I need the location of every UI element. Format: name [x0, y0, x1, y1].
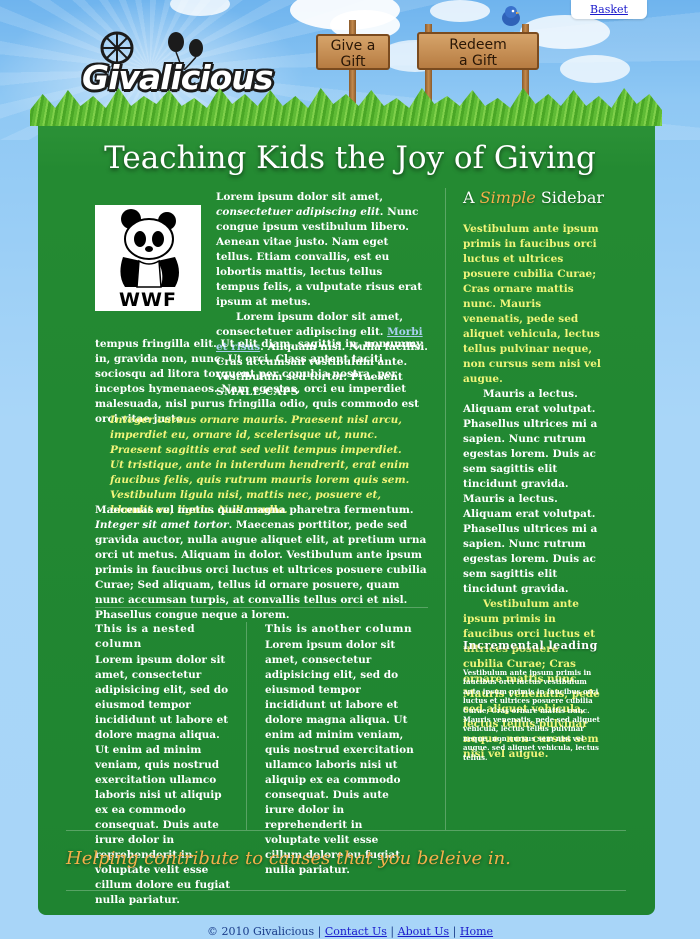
tagline-divider-bottom: [66, 890, 626, 891]
column-divider: [246, 622, 247, 830]
intro-paragraph-1: Lorem ipsum dolor sit amet, consectetuer…: [216, 190, 428, 310]
intro-emphasis: consectetuer adipiscing elit: [216, 206, 380, 218]
paragraph-text: . Maecenas porttitor, pede sed gravida a…: [95, 519, 427, 621]
footer-separator: |: [390, 925, 395, 938]
about-us-link[interactable]: About Us: [398, 925, 450, 938]
nav-label-line2: a Gift: [459, 53, 497, 69]
logo-text: Givalicious: [82, 58, 273, 97]
tagline: Helping contribute to causes that you be…: [66, 848, 511, 869]
cloud: [560, 55, 630, 83]
home-link[interactable]: Home: [460, 925, 493, 938]
paragraph-emphasis: Integer sit amet tortor: [95, 519, 229, 531]
sidebar-paragraph-1: Vestibulum ante ipsum primis in faucibus…: [463, 223, 601, 385]
footer-separator: |: [317, 925, 322, 938]
incremental-heading: Incremental leading: [463, 639, 598, 652]
nav-label-line1: Redeem: [449, 37, 507, 53]
nested-column-2: This is another column Lorem ipsum dolor…: [265, 622, 415, 878]
sidebar-divider: [445, 188, 446, 830]
contact-us-link[interactable]: Contact Us: [325, 925, 387, 938]
basket-tab: Basket: [571, 0, 647, 19]
sidebar-title-text: A: [463, 188, 475, 207]
page-title: Teaching Kids the Joy of Giving: [104, 140, 596, 176]
intro-text: Lorem ipsum dolor sit amet,: [216, 191, 384, 203]
sidebar-title-text: Sidebar: [540, 188, 605, 207]
footer: © 2010 Givalicious | Contact Us | About …: [0, 925, 700, 939]
footer-separator: |: [452, 925, 457, 938]
sidebar-paragraph-2: Mauris a lectus. Aliquam erat volutpat. …: [463, 388, 598, 595]
nav-label-line1: Give a: [330, 38, 376, 54]
paragraph-text: Maecenas vel metus quis magna pharetra f…: [95, 504, 414, 516]
tagline-divider-top: [66, 830, 626, 831]
column-text: Lorem ipsum dolor sit amet, consectetur …: [265, 639, 414, 876]
column-heading: This is another column: [265, 623, 413, 635]
intro-text: Lorem ipsum dolor sit amet, consectetuer…: [216, 311, 404, 338]
nav-label-line2: Gift: [340, 54, 366, 70]
column-heading: This is a nested column: [95, 623, 196, 650]
wwf-label: WWF: [119, 289, 177, 311]
wwf-image: WWF: [95, 205, 201, 311]
basket-link[interactable]: Basket: [590, 3, 628, 16]
content-divider: [95, 607, 428, 608]
copyright: © 2010 Givalicious: [206, 925, 315, 938]
sidebar-title-emphasis: Simple: [479, 188, 536, 207]
give-a-gift-button[interactable]: Give a Gift: [316, 34, 390, 70]
intro-text: . Nunc congue ipsum vestibulum libero. A…: [216, 206, 423, 308]
incremental-text: Vestibulum ante ipsum primis in faucibus…: [463, 668, 600, 762]
column-text: Lorem ipsum dolor sit amet, consectetur …: [95, 654, 231, 906]
sidebar-title: A Simple Sidebar: [463, 188, 604, 207]
panda-icon: [120, 209, 179, 288]
cloud: [430, 0, 490, 22]
redeem-a-gift-button[interactable]: Redeem a Gift: [417, 32, 539, 70]
paragraph-3: Maecenas vel metus quis magna pharetra f…: [95, 503, 428, 623]
